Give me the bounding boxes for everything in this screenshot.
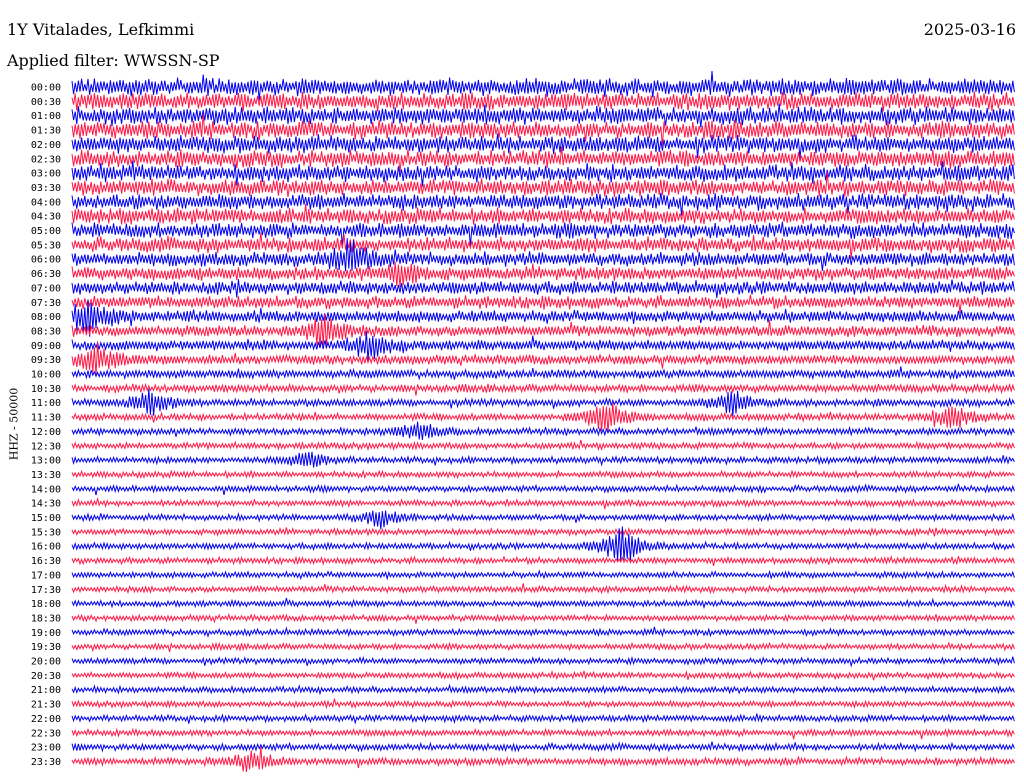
trace-line — [71, 469, 1015, 480]
y-tick-label: 05:30 — [31, 240, 61, 251]
trace-line — [71, 727, 1015, 740]
y-tick-label: 14:00 — [31, 484, 61, 495]
y-tick-label: 08:00 — [31, 312, 61, 323]
y-tick-label: 22:00 — [31, 714, 61, 725]
y-tick-label: 16:30 — [31, 556, 61, 567]
y-tick-label: 05:00 — [31, 226, 61, 237]
trace-line — [71, 670, 1015, 681]
trace-line — [71, 583, 1015, 595]
trace-line — [71, 388, 1015, 417]
y-tick-label: 23:00 — [31, 743, 61, 754]
y-tick-label: 16:00 — [31, 542, 61, 553]
y-tick-label: 07:30 — [31, 298, 61, 309]
y-tick-label: 15:30 — [31, 527, 61, 538]
helicorder-plot: 00:00 00:30 01:00 01:30 02:00 02:30 03:00 03:30… — [31, 70, 1015, 773]
y-tick-label: 18:30 — [31, 613, 61, 624]
trace-line — [71, 421, 1015, 441]
y-tick-label: 14:30 — [31, 499, 61, 510]
trace-line — [71, 483, 1015, 496]
trace-line — [71, 555, 1015, 567]
y-tick-label: 03:30 — [31, 183, 61, 194]
y-tick-label: 08:30 — [31, 326, 61, 337]
trace-line — [71, 294, 1015, 314]
trace-line — [71, 382, 1015, 396]
trace-line — [71, 597, 1015, 610]
y-tick-label: 11:00 — [31, 398, 61, 409]
y-tick-label: 20:00 — [31, 657, 61, 668]
trace-line — [71, 439, 1015, 452]
trace-line — [71, 496, 1015, 510]
y-tick-label: 04:30 — [31, 212, 61, 223]
trace-line — [71, 626, 1015, 639]
trace-line — [71, 683, 1015, 696]
y-tick-label: 02:00 — [31, 140, 61, 151]
y-tick-label: 07:00 — [31, 283, 61, 294]
y-tick-label: 10:30 — [31, 384, 61, 395]
trace-line — [71, 402, 1015, 434]
y-tick-label: 00:30 — [31, 97, 61, 108]
trace-line — [71, 91, 1015, 112]
y-tick-label: 13:30 — [31, 470, 61, 481]
tick-labels-group: 00:00 00:30 01:00 01:30 02:00 02:30 03:00 03:30… — [31, 83, 61, 768]
y-tick-label: 12:00 — [31, 427, 61, 438]
y-tick-label: 15:00 — [31, 513, 61, 524]
filter-label: Applied filter: WWSSN-SP — [7, 51, 220, 70]
y-tick-label: 12:30 — [31, 441, 61, 452]
y-tick-label: 06:30 — [31, 269, 61, 280]
traces-group — [71, 70, 1015, 773]
trace-line — [71, 741, 1015, 753]
y-tick-label: 21:30 — [31, 700, 61, 711]
y-tick-label: 17:00 — [31, 570, 61, 581]
trace-line — [71, 746, 1015, 773]
y-tick-label: 21:00 — [31, 685, 61, 696]
y-tick-label: 09:00 — [31, 341, 61, 352]
trace-line — [71, 655, 1015, 668]
trace-line — [71, 526, 1015, 538]
y-tick-label: 11:30 — [31, 413, 61, 424]
y-tick-label: 09:30 — [31, 355, 61, 366]
trace-line — [71, 713, 1015, 725]
trace-line — [71, 451, 1015, 468]
y-tick-label: 06:00 — [31, 255, 61, 266]
y-tick-label: 20:30 — [31, 671, 61, 682]
trace-line — [71, 510, 1015, 530]
trace-line — [71, 261, 1015, 288]
y-tick-label: 00:00 — [31, 83, 61, 94]
trace-line — [71, 641, 1015, 653]
y-tick-label: 03:00 — [31, 169, 61, 180]
y-tick-label: 10:00 — [31, 370, 61, 381]
y-tick-label: 01:30 — [31, 126, 61, 137]
y-tick-label: 17:30 — [31, 585, 61, 596]
y-tick-label: 04:00 — [31, 197, 61, 208]
trace-line — [71, 203, 1015, 225]
trace-line — [71, 569, 1015, 581]
y-tick-label: 23:30 — [31, 757, 61, 768]
trace-line — [71, 612, 1015, 624]
y-tick-label: 19:30 — [31, 642, 61, 653]
trace-line — [71, 279, 1015, 298]
y-tick-label: 22:30 — [31, 728, 61, 739]
y-tick-label: 13:00 — [31, 456, 61, 467]
y-tick-label: 02:30 — [31, 154, 61, 165]
y-tick-label: 18:00 — [31, 599, 61, 610]
y-tick-label: 19:00 — [31, 628, 61, 639]
trace-line — [71, 698, 1015, 710]
trace-line — [71, 146, 1015, 173]
y-tick-label: 01:00 — [31, 111, 61, 122]
trace-line — [71, 366, 1015, 381]
